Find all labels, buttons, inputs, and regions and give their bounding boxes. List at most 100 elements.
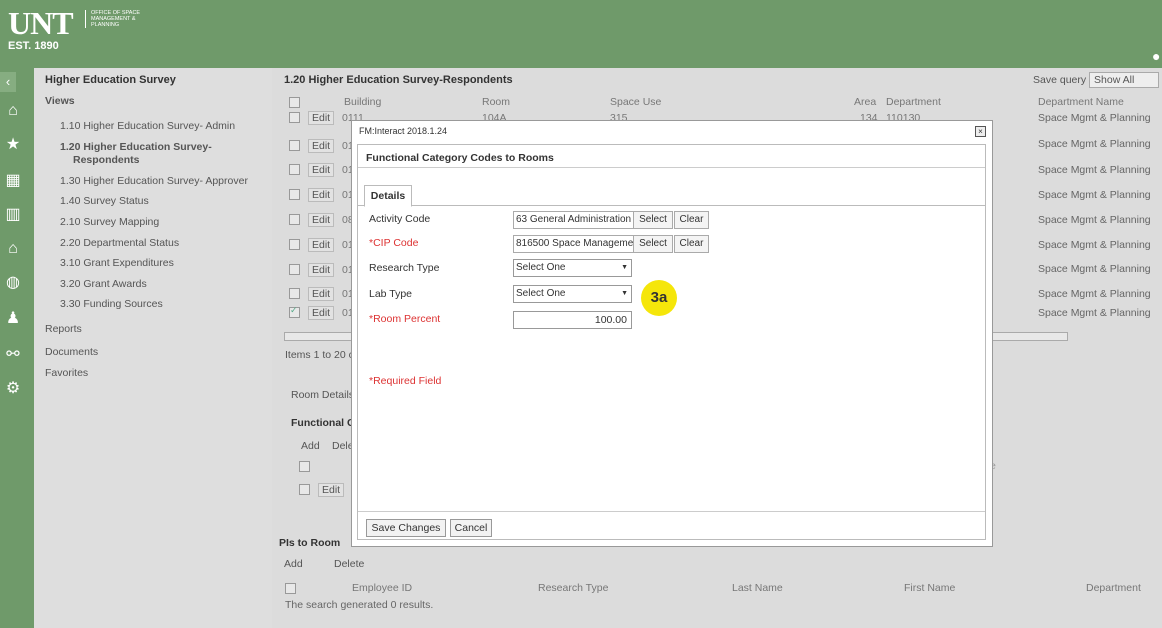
sidebar-reports[interactable]: Reports [45, 323, 82, 335]
app-header: UNT EST. 1890 OFFICE OF SPACE MANAGEMENT… [0, 0, 1162, 68]
sidebar-views-label[interactable]: Views [45, 95, 75, 107]
sidebar-item-1-40[interactable]: 1.40 Survey Status [60, 195, 149, 207]
pis-col-last-name[interactable]: Last Name [732, 582, 783, 594]
building-icon[interactable]: ▥ [2, 204, 24, 226]
row-department-name: Space Mgmt & Planning [1038, 112, 1151, 124]
functional-edit-button[interactable]: Edit [318, 483, 345, 497]
save-query: Save query Show All [1033, 72, 1160, 88]
col-department[interactable]: Department [886, 96, 941, 108]
row-checkbox[interactable] [289, 164, 300, 175]
sidebar-item-1-10[interactable]: 1.10 Higher Education Survey- Admin [60, 120, 235, 132]
sidebar-item-2-10[interactable]: 2.10 Survey Mapping [60, 216, 159, 228]
pis-col-research-type[interactable]: Research Type [538, 582, 608, 594]
chevron-down-icon: ▼ [621, 290, 628, 297]
row-edit-button[interactable]: Edit [308, 238, 335, 252]
search-result-text: The search generated 0 results. [285, 599, 434, 611]
row-edit-button[interactable]: Edit [308, 287, 335, 301]
row-checkbox[interactable] [289, 112, 300, 123]
activity-code-select-button[interactable]: Select [633, 211, 673, 229]
sidebar-item-1-30[interactable]: 1.30 Higher Education Survey- Approver [60, 175, 248, 187]
logo-text: UNT [8, 5, 74, 41]
row-checkbox[interactable] [289, 288, 300, 299]
required-field-text: Required Field [373, 375, 442, 387]
tab-details[interactable]: Details [364, 185, 412, 207]
tab-room-details[interactable]: Room Details [291, 389, 354, 401]
sidebar-item-3-10[interactable]: 3.10 Grant Expenditures [60, 257, 174, 269]
functional-select-all-checkbox[interactable] [299, 461, 310, 472]
tab-divider [358, 205, 985, 206]
floorplan-icon[interactable]: ▦ [2, 170, 24, 192]
home-icon[interactable]: ⌂ [2, 100, 24, 122]
functional-add-link[interactable]: Add [301, 440, 320, 452]
save-changes-button[interactable]: Save Changes [366, 519, 446, 537]
row-edit-button[interactable]: Edit [308, 263, 335, 277]
pis-add-link[interactable]: Add [284, 558, 303, 570]
col-space-use[interactable]: Space Use [610, 96, 661, 108]
row-department-name: Space Mgmt & Planning [1038, 164, 1151, 176]
row-department-name: Space Mgmt & Planning [1038, 307, 1151, 319]
left-icon-rail: ‹ ⌂ ★ ▦ ▥ ⌂ ◍ ♟ ⚯ ⚙ [0, 68, 34, 628]
room-percent-input[interactable]: 100.00 [513, 311, 632, 329]
logo-office-text: OFFICE OF SPACE MANAGEMENT & PLANNING [85, 10, 151, 28]
sidebar-favorites[interactable]: Favorites [45, 367, 88, 379]
row-checkbox[interactable] [289, 214, 300, 225]
col-department-name[interactable]: Department Name [1038, 96, 1124, 108]
row-checkbox-checked[interactable] [289, 305, 300, 318]
sidebar-title: Higher Education Survey [45, 74, 176, 86]
required-field-note: *Required Field [369, 375, 441, 387]
functional-section-title: Functional C [291, 417, 355, 429]
functional-category-dialog: FM:Interact 2018.1.24 × Functional Categ… [351, 120, 993, 547]
house-icon[interactable]: ⌂ [2, 238, 24, 260]
save-query-select[interactable]: Show All [1089, 72, 1160, 88]
sidebar-documents[interactable]: Documents [45, 346, 98, 358]
row-checkbox[interactable] [289, 264, 300, 275]
row-edit-button[interactable]: Edit [308, 163, 335, 177]
star-icon[interactable]: ★ [2, 134, 24, 156]
cip-code-select-button[interactable]: Select [633, 235, 673, 253]
sidebar-item-3-20[interactable]: 3.20 Grant Awards [60, 278, 147, 290]
items-count: Items 1 to 20 c [285, 349, 354, 361]
research-type-select[interactable]: Select One ▼ [513, 259, 632, 277]
pis-select-all-checkbox[interactable] [285, 583, 296, 594]
row-checkbox[interactable] [289, 239, 300, 250]
cip-code-field[interactable]: 816500 Space Management [513, 235, 634, 253]
horizontal-scrollbar-right[interactable] [992, 332, 1068, 341]
select-all-checkbox[interactable] [289, 97, 300, 108]
globe-icon[interactable]: ◍ [2, 272, 24, 294]
row-edit-button[interactable]: Edit [308, 139, 335, 153]
research-type-value: Select One [516, 262, 566, 273]
row-edit-button[interactable]: Edit [308, 213, 335, 227]
col-building[interactable]: Building [344, 96, 381, 108]
col-room[interactable]: Room [482, 96, 510, 108]
cancel-button[interactable]: Cancel [450, 519, 492, 537]
row-edit-button[interactable]: Edit [308, 306, 335, 320]
settings-icon[interactable]: ⚙ [2, 378, 24, 400]
save-query-label: Save query [1033, 74, 1087, 86]
sidebar-item-1-20-cont[interactable]: Respondents [73, 154, 140, 166]
dialog-title: FM:Interact 2018.1.24 [359, 126, 448, 136]
pis-col-department[interactable]: Department [1086, 582, 1141, 594]
pis-col-first-name[interactable]: First Name [904, 582, 955, 594]
row-edit-button[interactable]: Edit [308, 188, 335, 202]
pis-delete-link[interactable]: Delete [334, 558, 364, 570]
sidebar-item-3-30[interactable]: 3.30 Funding Sources [60, 298, 163, 310]
row-edit-button[interactable]: Edit [308, 111, 335, 125]
pis-col-employee-id[interactable]: Employee ID [352, 582, 412, 594]
collapse-icon[interactable]: ‹ [0, 72, 16, 92]
lab-type-select[interactable]: Select One ▼ [513, 285, 632, 303]
page-title: 1.20 Higher Education Survey-Respondents [284, 74, 513, 86]
activity-code-clear-button[interactable]: Clear [674, 211, 709, 229]
workflow-icon[interactable]: ⚯ [2, 344, 24, 366]
row-checkbox[interactable] [289, 140, 300, 151]
pis-section-title: PIs to Room [279, 537, 341, 549]
sidebar-item-2-20[interactable]: 2.20 Departmental Status [60, 237, 179, 249]
close-icon[interactable]: × [975, 126, 986, 137]
row-checkbox[interactable] [289, 189, 300, 200]
col-area[interactable]: Area [854, 96, 876, 108]
person-icon[interactable]: ♟ [2, 308, 24, 330]
activity-code-field[interactable]: 63 General Administration [513, 211, 634, 229]
functional-row-checkbox[interactable] [299, 484, 310, 495]
user-icon[interactable]: ● [1152, 48, 1162, 64]
sidebar-item-1-20[interactable]: 1.20 Higher Education Survey- [60, 141, 212, 153]
cip-code-clear-button[interactable]: Clear [674, 235, 709, 253]
